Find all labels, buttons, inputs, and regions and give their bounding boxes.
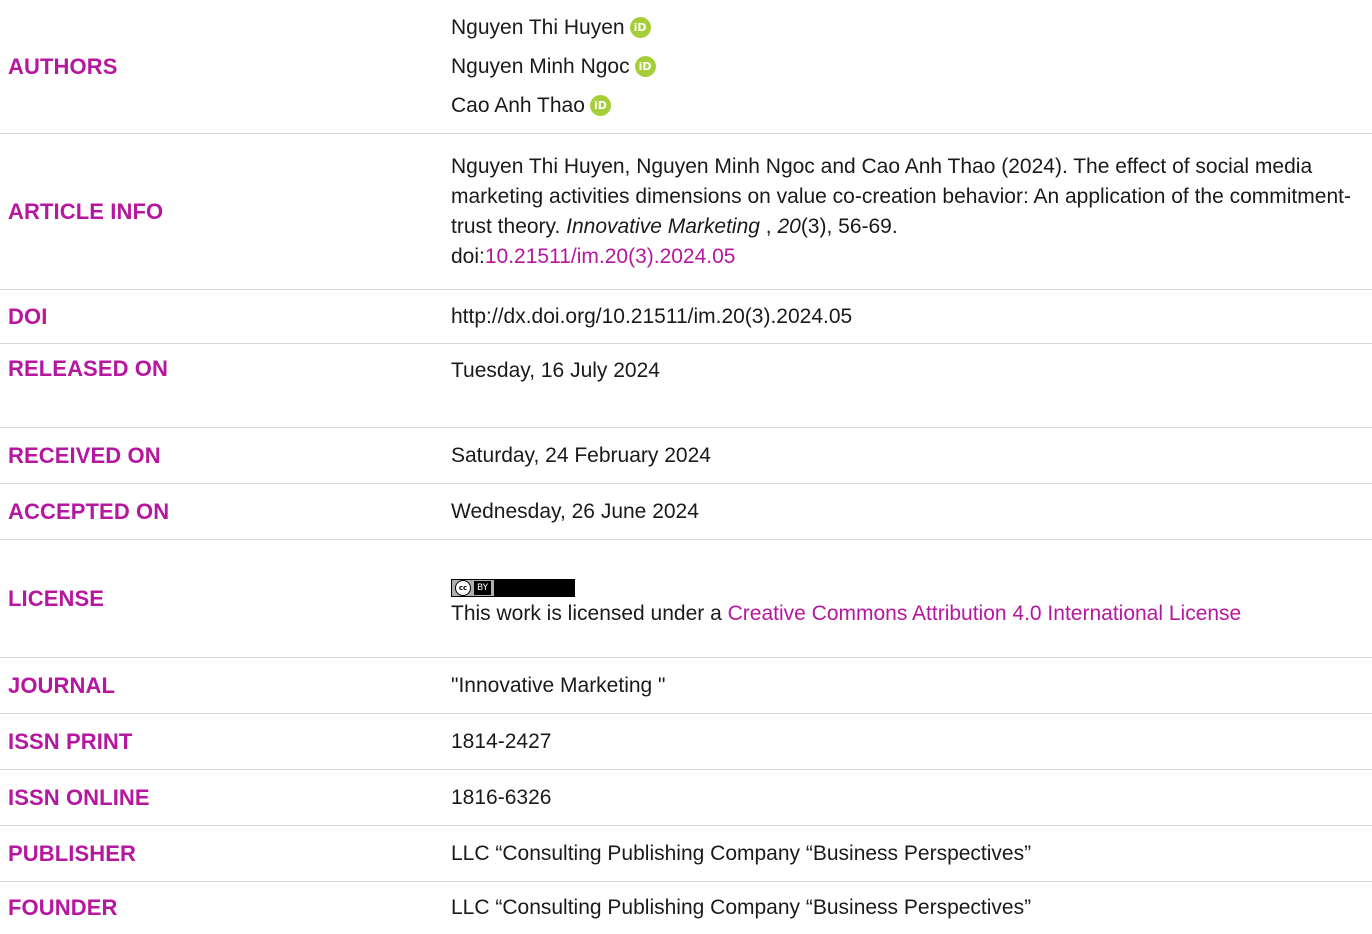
- row-journal: JOURNAL "Innovative Marketing ": [0, 658, 1372, 714]
- row-publisher: PUBLISHER LLC “Consulting Publishing Com…: [0, 826, 1372, 882]
- row-license: LICENSE cc BY This work is licensed unde…: [0, 540, 1372, 658]
- cc-badge-right: [494, 579, 574, 596]
- row-released-on: RELEASED ON Tuesday, 16 July 2024: [0, 344, 1372, 428]
- cc-icon: cc: [455, 579, 471, 596]
- label-accepted-on: ACCEPTED ON: [8, 498, 170, 524]
- label-publisher: PUBLISHER: [8, 840, 137, 866]
- issn-print-value: 1814-2427: [451, 729, 552, 753]
- label-journal: JOURNAL: [8, 672, 116, 698]
- label-released-on: RELEASED ON: [8, 356, 169, 381]
- citation-doi-link[interactable]: 10.21511/im.20(3).2024.05: [485, 245, 736, 268]
- label-article-info: ARTICLE INFO: [8, 198, 164, 224]
- row-issn-online: ISSN ONLINE 1816-6326: [0, 770, 1372, 826]
- license-text-block: This work is licensed under a Creative C…: [451, 599, 1352, 629]
- row-received-on: RECEIVED ON Saturday, 24 February 2024: [0, 428, 1372, 484]
- released-on-value: Tuesday, 16 July 2024: [451, 359, 660, 382]
- founder-value: LLC “Consulting Publishing Company “Busi…: [451, 896, 1032, 919]
- accepted-on-value: Wednesday, 26 June 2024: [451, 499, 699, 523]
- publisher-value: LLC “Consulting Publishing Company “Busi…: [451, 841, 1032, 865]
- journal-value: "Innovative Marketing ": [451, 673, 666, 697]
- author-item: Cao Anh Thao iD: [451, 86, 1352, 125]
- authors-list: Nguyen Thi Huyen iD Nguyen Minh Ngoc iD …: [451, 8, 1372, 125]
- citation: Nguyen Thi Huyen, Nguyen Minh Ngoc and C…: [451, 152, 1372, 272]
- label-doi: DOI: [8, 303, 48, 329]
- label-issn-online: ISSN ONLINE: [8, 784, 150, 810]
- row-founder: FOUNDER LLC “Consulting Publishing Compa…: [0, 882, 1372, 934]
- citation-issue-pages: (3), 56-69.: [800, 214, 898, 238]
- row-article-info: ARTICLE INFO Nguyen Thi Huyen, Nguyen Mi…: [0, 134, 1372, 290]
- label-authors: AUTHORS: [8, 53, 118, 79]
- label-founder: FOUNDER: [8, 895, 118, 920]
- orcid-icon[interactable]: iD: [589, 95, 611, 116]
- article-metadata-table: AUTHORS Nguyen Thi Huyen iD Nguyen Minh …: [0, 0, 1372, 934]
- received-on-value: Saturday, 24 February 2024: [451, 443, 711, 467]
- label-received-on: RECEIVED ON: [8, 442, 161, 468]
- author-name[interactable]: Cao Anh Thao: [451, 91, 585, 121]
- doi-prefix: doi:: [451, 244, 485, 268]
- row-authors: AUTHORS Nguyen Thi Huyen iD Nguyen Minh …: [0, 0, 1372, 134]
- doi-value: http://dx.doi.org/10.21511/im.20(3).2024…: [451, 304, 853, 328]
- label-license: LICENSE: [8, 585, 105, 611]
- author-name[interactable]: Nguyen Minh Ngoc: [451, 52, 630, 82]
- author-item: Nguyen Thi Huyen iD: [451, 8, 1352, 47]
- row-accepted-on: ACCEPTED ON Wednesday, 26 June 2024: [0, 484, 1372, 540]
- citation-journal: Innovative Marketing: [566, 214, 760, 238]
- cc-badge-left: cc BY: [452, 579, 495, 596]
- author-name[interactable]: Nguyen Thi Huyen: [451, 13, 625, 43]
- orcid-icon[interactable]: iD: [634, 56, 656, 77]
- citation-sep: ,: [759, 214, 778, 238]
- license-value: cc BY This work is licensed under a Crea…: [451, 569, 1372, 629]
- label-issn-print: ISSN PRINT: [8, 728, 133, 754]
- author-item: Nguyen Minh Ngoc iD: [451, 47, 1352, 86]
- cc-by-badge-icon[interactable]: cc BY: [451, 578, 575, 597]
- cc-by-label: BY: [474, 580, 492, 595]
- citation-volume: 20: [777, 214, 801, 238]
- orcid-icon[interactable]: iD: [629, 17, 651, 38]
- issn-online-value: 1816-6326: [451, 785, 552, 809]
- row-issn-print: ISSN PRINT 1814-2427: [0, 714, 1372, 770]
- license-text: This work is licensed under a: [451, 601, 728, 625]
- row-doi: DOI http://dx.doi.org/10.21511/im.20(3).…: [0, 290, 1372, 344]
- license-link[interactable]: Creative Commons Attribution 4.0 Interna…: [728, 602, 1242, 625]
